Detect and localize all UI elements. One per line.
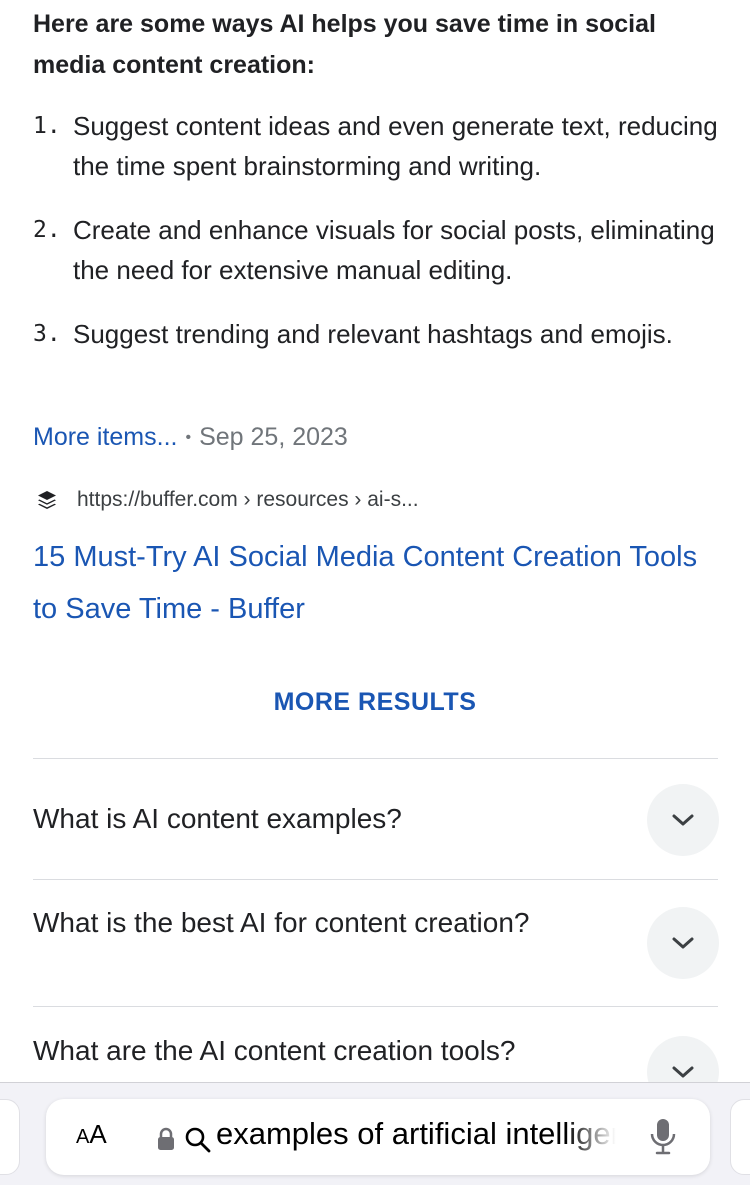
previous-tab-preview[interactable] [0,1099,20,1175]
search-icon [185,1127,211,1153]
divider [33,879,718,880]
lock-icon [158,1127,174,1150]
divider [33,1006,718,1007]
faq-question[interactable]: What is the best AI for content creation… [33,902,573,943]
next-tab-preview[interactable] [730,1099,750,1175]
meta-separator: • [185,429,192,446]
buffer-logo-icon [33,486,61,514]
list-item: 1. Suggest content ideas and even genera… [33,106,733,186]
chevron-down-icon [672,1066,694,1078]
expand-button[interactable] [647,907,719,979]
browser-bottom-bar: AA examples of artificial intelligence [0,1082,750,1185]
list-item-number: 3. [33,321,61,347]
list-item-number: 2. [33,217,61,243]
more-results-button[interactable]: MORE RESULTS [0,688,750,717]
list-item-number: 1. [33,113,61,139]
microphone-icon[interactable] [649,1117,677,1157]
result-source-url: https://buffer.com › resources › ai-s... [77,488,419,511]
result-title-link[interactable]: 15 Must-Try AI Social Media Content Crea… [33,531,713,635]
more-items-link[interactable]: More items... [33,423,177,451]
snippet-date: Sep 25, 2023 [199,423,348,451]
address-fade [566,1109,628,1165]
chevron-down-icon [672,814,694,826]
address-bar[interactable]: AA examples of artificial intelligence [46,1099,710,1175]
list-item: 2. Create and enhance visuals for social… [33,210,733,290]
faq-question[interactable]: What are the AI content creation tools? [33,1030,573,1071]
faq-question[interactable]: What is AI content examples? [33,798,573,839]
snippet-meta-row: More items... • Sep 25, 2023 [33,418,348,457]
featured-snippet-heading: Here are some ways AI helps you save tim… [33,10,656,79]
list-item: 3. Suggest trending and relevant hashtag… [33,314,733,354]
list-item-text: Suggest content ideas and even generate … [73,111,718,181]
result-source-row[interactable]: https://buffer.com › resources › ai-s... [33,486,419,514]
text-size-button[interactable]: AA [76,1119,107,1150]
chevron-down-icon [672,937,694,949]
expand-button[interactable] [647,784,719,856]
search-results-page: Here are some ways AI helps you save tim… [0,0,750,1185]
list-item-text: Suggest trending and relevant hashtags a… [73,319,673,349]
address-text[interactable]: examples of artificial intelligence [216,1116,626,1152]
list-item-text: Create and enhance visuals for social po… [73,215,715,285]
divider [33,758,718,759]
featured-snippet-list: 1. Suggest content ideas and even genera… [33,106,733,378]
